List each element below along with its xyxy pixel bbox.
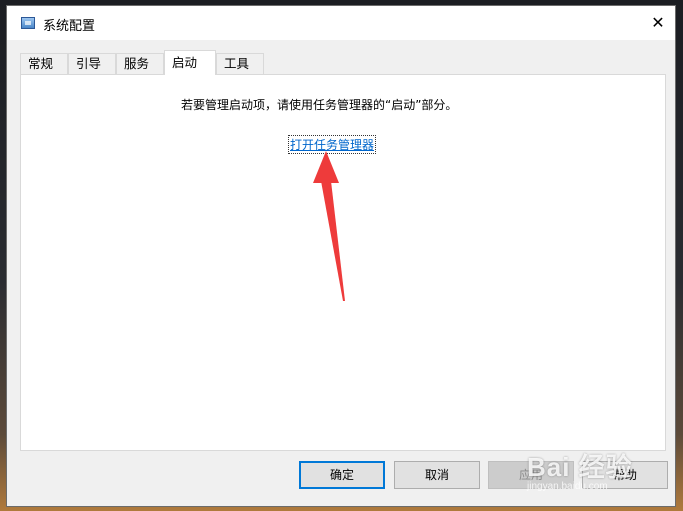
title-bar[interactable]: 系统配置 ✕	[7, 6, 675, 40]
apply-button[interactable]: 应用	[488, 461, 574, 489]
help-button[interactable]: 帮助	[582, 461, 668, 489]
tab-boot[interactable]: 引导	[68, 53, 116, 74]
annotation-arrow	[313, 151, 345, 301]
tab-services[interactable]: 服务	[116, 53, 164, 74]
arrow-head	[313, 151, 339, 183]
msconfig-app-icon	[21, 17, 35, 29]
tab-tools[interactable]: 工具	[216, 53, 264, 74]
startup-panel: 若要管理启动项，请使用任务管理器的“启动”部分。 打开任务管理器	[20, 74, 666, 451]
tab-general[interactable]: 常规	[20, 53, 68, 74]
ok-button[interactable]: 确定	[299, 461, 385, 489]
open-task-manager-link[interactable]: 打开任务管理器	[288, 135, 377, 154]
system-configuration-window: 系统配置 ✕ 常规 引导 服务 启动 工具 若要管理启动项，请使用任务管理器的“…	[6, 5, 676, 507]
tab-startup[interactable]: 启动	[164, 50, 216, 75]
startup-hint-text: 若要管理启动项，请使用任务管理器的“启动”部分。	[181, 98, 458, 112]
arrow-shaft	[321, 181, 345, 301]
cancel-button[interactable]: 取消	[394, 461, 480, 489]
close-button[interactable]: ✕	[641, 6, 675, 40]
window-title: 系统配置	[43, 19, 96, 34]
